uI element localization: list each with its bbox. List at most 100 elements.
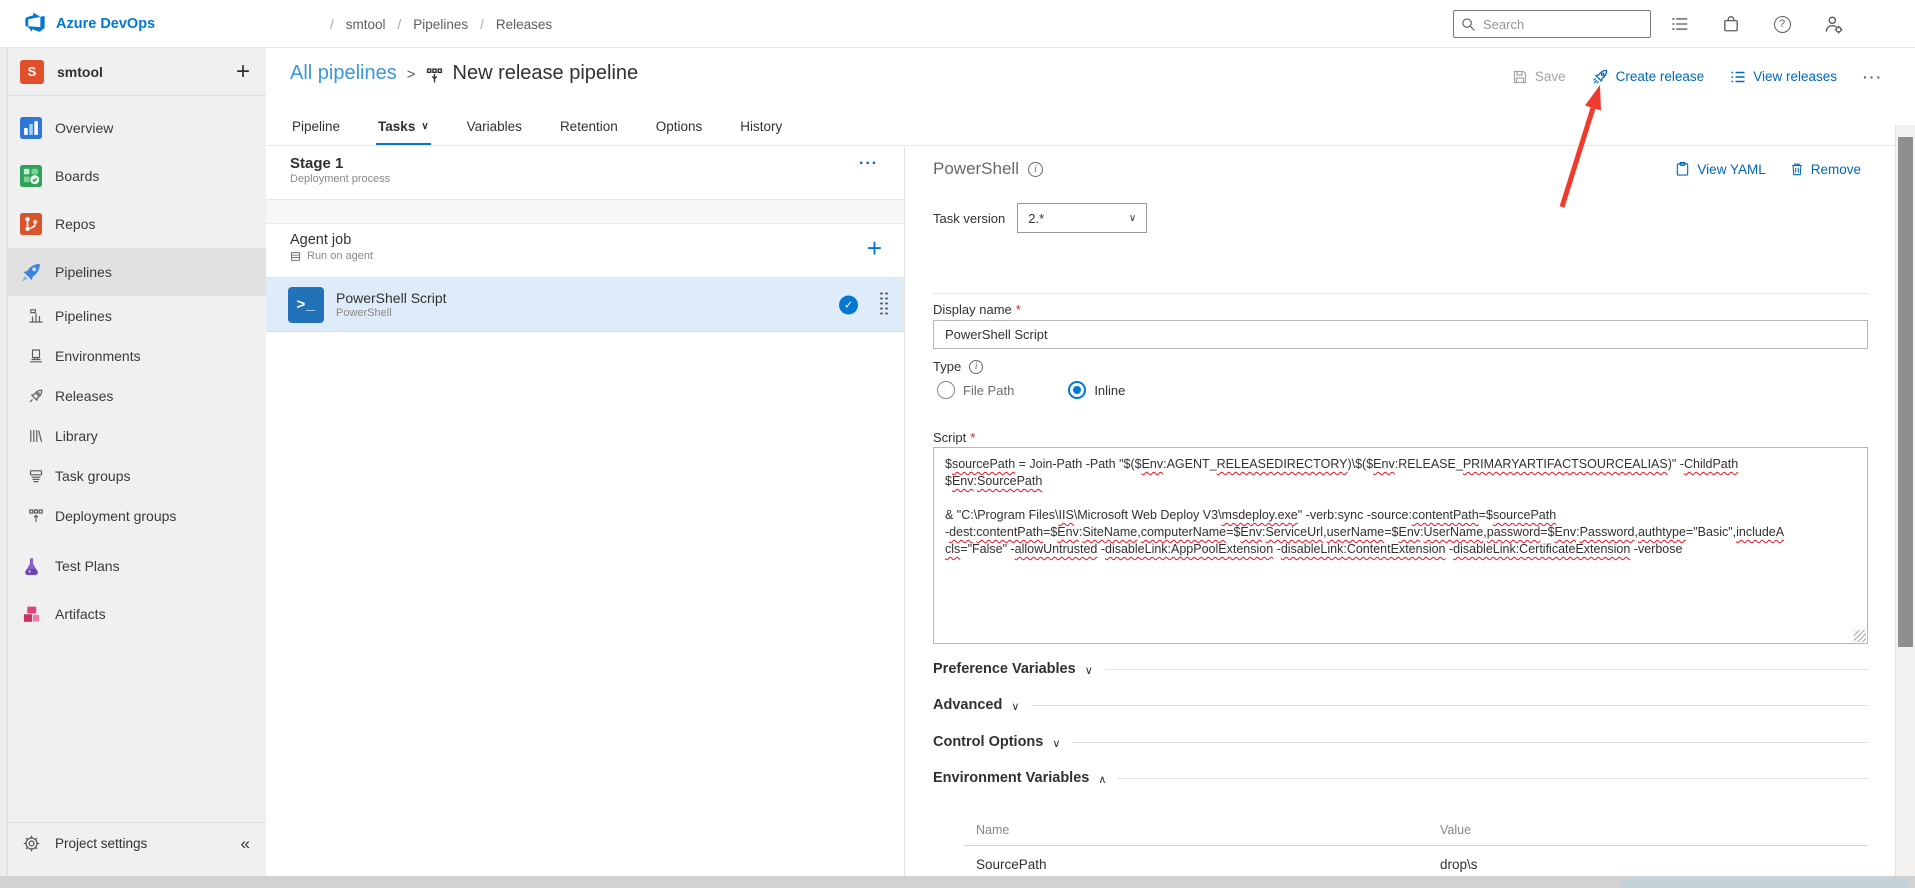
agent-job-header[interactable]: Agent job Run on agent + (266, 224, 904, 278)
sidebar-item-pipelines[interactable]: Pipelines (8, 248, 266, 296)
view-releases-button[interactable]: View releases (1730, 69, 1837, 85)
breadcrumb-item[interactable]: Releases (496, 17, 552, 32)
task-groups-icon (28, 468, 44, 484)
project-avatar: S (20, 59, 44, 84)
deployment-groups-icon (28, 508, 44, 524)
marketplace-bag-icon[interactable] (1721, 14, 1741, 34)
azure-devops-home-link[interactable]: Azure DevOps (24, 0, 155, 48)
tab-tasks[interactable]: Tasks ∨ (376, 111, 431, 145)
add-task-button[interactable]: + (867, 235, 882, 261)
save-icon (1512, 69, 1528, 85)
env-row-name[interactable]: SourcePath (976, 857, 1047, 872)
sidebar-item-label: Overview (55, 120, 114, 136)
radio-file-path[interactable]: File Path (937, 381, 1014, 399)
tab-options[interactable]: Options (654, 111, 705, 145)
more-actions-button[interactable]: ··· (1863, 69, 1883, 85)
stage-header[interactable]: Stage 1 Deployment process ··· (266, 147, 904, 200)
crumb-separator: / (480, 16, 484, 32)
overview-icon (20, 117, 42, 139)
project-settings-button[interactable]: Project settings « (8, 822, 266, 864)
view-yaml-button[interactable]: View YAML (1675, 161, 1766, 177)
section-advanced[interactable]: Advanced ∨ (933, 693, 1868, 717)
crumb-separator: / (397, 16, 402, 32)
test-plans-icon (20, 556, 42, 577)
horizontal-scrollbar-thumb[interactable] (1621, 877, 1910, 887)
stage-title: Stage 1 (290, 155, 344, 172)
breadcrumb-chevron-icon: > (406, 66, 416, 83)
task-drag-handle[interactable] (880, 292, 890, 317)
vertical-scrollbar-thumb[interactable] (1898, 137, 1913, 647)
pipelines-icon (20, 261, 42, 284)
sidebar-item-artifacts[interactable]: Artifacts (8, 590, 266, 638)
task-subtitle: PowerShell (336, 307, 392, 319)
radio-inline[interactable]: Inline (1068, 381, 1125, 399)
list-icon (1730, 69, 1746, 85)
section-control-options[interactable]: Control Options ∨ (933, 730, 1868, 754)
sidebar-item-label: Repos (55, 216, 96, 232)
sidebar-item-test-plans[interactable]: Test Plans (8, 542, 266, 590)
task-row-powershell[interactable]: >_ PowerShell Script PowerShell ✓ (266, 278, 904, 332)
sidebar-item-label: Environments (55, 348, 141, 364)
vertical-scrollbar[interactable] (1895, 125, 1915, 876)
sidebar-item-task-groups[interactable]: Task groups (8, 456, 266, 496)
chevron-down-icon: ∨ (421, 121, 429, 132)
release-pipeline-icon (426, 67, 443, 84)
stage-more-button[interactable]: ··· (859, 155, 878, 173)
project-name[interactable]: smtool (57, 64, 223, 80)
sidebar-item-deployment-groups[interactable]: Deployment groups (8, 496, 266, 536)
breadcrumb-item[interactable]: smtool (346, 17, 386, 32)
type-info-icon[interactable]: i (969, 359, 984, 374)
script-line: $sourcePath = Join-Path -Path "$($Env:AG… (945, 457, 1739, 471)
help-icon[interactable]: ? (1772, 14, 1792, 34)
tab-history[interactable]: History (738, 111, 784, 145)
agent-icon (290, 251, 301, 262)
tab-retention[interactable]: Retention (558, 111, 620, 145)
sidebar-item-releases[interactable]: Releases (8, 376, 266, 416)
user-settings-icon[interactable] (1823, 14, 1843, 34)
all-pipelines-link[interactable]: All pipelines (290, 62, 397, 85)
sidebar-item-overview[interactable]: Overview (8, 104, 266, 152)
task-version-label: Task version (933, 210, 1006, 226)
info-icon[interactable]: i (1028, 161, 1043, 177)
remove-task-button[interactable]: Remove (1790, 161, 1861, 177)
tab-variables[interactable]: Variables (465, 111, 524, 145)
script-box[interactable]: $sourcePath = Join-Path -Path "$($Env:AG… (933, 447, 1868, 644)
sidebar-item-boards[interactable]: Boards (8, 152, 266, 200)
collapse-sidebar-icon[interactable]: « (241, 834, 250, 854)
sidebar-item-pipelines[interactable]: Pipelines (8, 296, 266, 336)
horizontal-scrollbar[interactable] (0, 876, 1915, 888)
display-name-label-row: Display name * (933, 302, 1021, 317)
sidebar-item-library[interactable]: Library (8, 416, 266, 456)
sidebar-item-environments[interactable]: Environments (8, 336, 266, 376)
project-settings-label: Project settings (55, 836, 148, 851)
section-environment-variables[interactable]: Environment Variables ∧ (933, 766, 1868, 790)
display-name-input[interactable]: PowerShell Script (933, 320, 1868, 349)
agent-job-subtitle: Run on agent (307, 250, 374, 262)
work-items-list-icon[interactable] (1670, 14, 1690, 34)
detail-title-row: PowerShell i (933, 159, 1043, 179)
tab-pipeline[interactable]: Pipeline (290, 111, 342, 145)
detail-actions: View YAML Remove (1675, 161, 1861, 177)
azure-devops-app: Azure DevOps / smtool / Pipelines / Releases … (0, 0, 1915, 888)
top-bar: Azure DevOps / smtool / Pipelines / Releases … (0, 0, 1915, 48)
create-release-button[interactable]: Create release (1592, 68, 1704, 85)
crumb-separator: / (330, 16, 334, 32)
env-row-value[interactable]: drop\s (1440, 857, 1478, 872)
section-divider (933, 293, 1868, 294)
resize-grip[interactable] (1854, 630, 1866, 642)
breadcrumb-item[interactable]: Pipelines (413, 17, 468, 32)
add-project-item-button[interactable]: + (236, 59, 250, 84)
clipboard-icon (1675, 161, 1690, 177)
panel-gap (266, 200, 904, 224)
task-version-select[interactable]: 2.* ∨ (1017, 203, 1148, 233)
powershell-icon: >_ (288, 286, 324, 323)
search-input[interactable]: Search (1453, 10, 1651, 38)
sidebar-item-label: Artifacts (55, 606, 106, 622)
sidebar-item-label: Pipelines (55, 308, 112, 324)
script-line: -dest:contentPath=$Env:SiteName,computer… (945, 525, 1785, 539)
sidebar-item-repos[interactable]: Repos (8, 200, 266, 248)
stage-subtitle: Deployment process (290, 173, 391, 185)
save-button[interactable]: Save (1512, 69, 1566, 85)
env-table-header-divider (964, 845, 1867, 846)
section-preference-variables[interactable]: Preference Variables ∨ (933, 657, 1868, 681)
